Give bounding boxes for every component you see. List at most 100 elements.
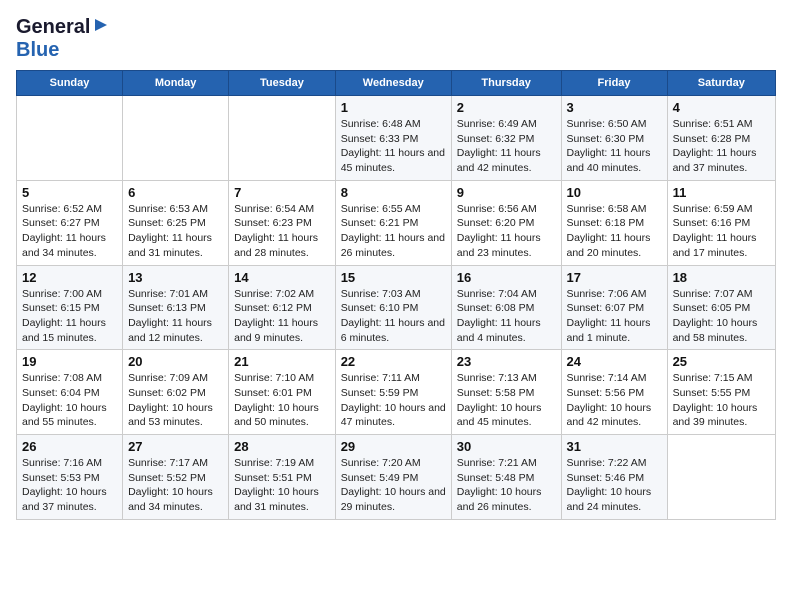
weekday-header: Thursday xyxy=(451,71,561,96)
cell-content: Sunrise: 6:56 AMSunset: 6:20 PMDaylight:… xyxy=(457,202,556,261)
calendar-cell: 20 Sunrise: 7:09 AMSunset: 6:02 PMDayligh… xyxy=(123,350,229,435)
day-number: 10 xyxy=(567,185,662,200)
cell-content: Sunrise: 7:22 AMSunset: 5:46 PMDaylight:… xyxy=(567,456,662,515)
day-number: 6 xyxy=(128,185,223,200)
cell-content: Sunrise: 6:50 AMSunset: 6:30 PMDaylight:… xyxy=(567,117,662,176)
day-number: 8 xyxy=(341,185,446,200)
calendar-week-row: 5 Sunrise: 6:52 AMSunset: 6:27 PMDaylight… xyxy=(17,180,776,265)
logo-arrow-icon xyxy=(93,17,109,38)
calendar-cell: 26 Sunrise: 7:16 AMSunset: 5:53 PMDayligh… xyxy=(17,435,123,520)
calendar-cell: 8 Sunrise: 6:55 AMSunset: 6:21 PMDaylight… xyxy=(335,180,451,265)
cell-content: Sunrise: 7:20 AMSunset: 5:49 PMDaylight:… xyxy=(341,456,446,515)
day-number: 27 xyxy=(128,439,223,454)
day-number: 29 xyxy=(341,439,446,454)
weekday-header-row: SundayMondayTuesdayWednesdayThursdayFrid… xyxy=(17,71,776,96)
day-number: 13 xyxy=(128,270,223,285)
day-number: 5 xyxy=(22,185,117,200)
cell-content: Sunrise: 7:09 AMSunset: 6:02 PMDaylight:… xyxy=(128,371,223,430)
day-number: 19 xyxy=(22,354,117,369)
calendar-cell: 5 Sunrise: 6:52 AMSunset: 6:27 PMDaylight… xyxy=(17,180,123,265)
logo-general: General xyxy=(16,16,90,39)
day-number: 14 xyxy=(234,270,330,285)
cell-content: Sunrise: 7:07 AMSunset: 6:05 PMDaylight:… xyxy=(673,287,770,346)
calendar-cell: 6 Sunrise: 6:53 AMSunset: 6:25 PMDaylight… xyxy=(123,180,229,265)
cell-content: Sunrise: 7:02 AMSunset: 6:12 PMDaylight:… xyxy=(234,287,330,346)
cell-content: Sunrise: 7:06 AMSunset: 6:07 PMDaylight:… xyxy=(567,287,662,346)
day-number: 15 xyxy=(341,270,446,285)
calendar-cell: 29 Sunrise: 7:20 AMSunset: 5:49 PMDayligh… xyxy=(335,435,451,520)
day-number: 28 xyxy=(234,439,330,454)
weekday-header: Friday xyxy=(561,71,667,96)
calendar-cell: 25 Sunrise: 7:15 AMSunset: 5:55 PMDayligh… xyxy=(667,350,775,435)
calendar-cell: 14 Sunrise: 7:02 AMSunset: 6:12 PMDayligh… xyxy=(229,265,336,350)
calendar-cell: 22 Sunrise: 7:11 AMSunset: 5:59 PMDayligh… xyxy=(335,350,451,435)
cell-content: Sunrise: 6:52 AMSunset: 6:27 PMDaylight:… xyxy=(22,202,117,261)
calendar-cell: 21 Sunrise: 7:10 AMSunset: 6:01 PMDayligh… xyxy=(229,350,336,435)
calendar-cell: 12 Sunrise: 7:00 AMSunset: 6:15 PMDayligh… xyxy=(17,265,123,350)
cell-content: Sunrise: 7:04 AMSunset: 6:08 PMDaylight:… xyxy=(457,287,556,346)
day-number: 9 xyxy=(457,185,556,200)
calendar-cell: 16 Sunrise: 7:04 AMSunset: 6:08 PMDayligh… xyxy=(451,265,561,350)
calendar-cell: 28 Sunrise: 7:19 AMSunset: 5:51 PMDayligh… xyxy=(229,435,336,520)
calendar-cell: 23 Sunrise: 7:13 AMSunset: 5:58 PMDayligh… xyxy=(451,350,561,435)
cell-content: Sunrise: 7:16 AMSunset: 5:53 PMDaylight:… xyxy=(22,456,117,515)
cell-content: Sunrise: 7:11 AMSunset: 5:59 PMDaylight:… xyxy=(341,371,446,430)
day-number: 23 xyxy=(457,354,556,369)
cell-content: Sunrise: 7:19 AMSunset: 5:51 PMDaylight:… xyxy=(234,456,330,515)
calendar-week-row: 19 Sunrise: 7:08 AMSunset: 6:04 PMDayligh… xyxy=(17,350,776,435)
day-number: 3 xyxy=(567,100,662,115)
cell-content: Sunrise: 7:14 AMSunset: 5:56 PMDaylight:… xyxy=(567,371,662,430)
cell-content: Sunrise: 7:15 AMSunset: 5:55 PMDaylight:… xyxy=(673,371,770,430)
cell-content: Sunrise: 7:01 AMSunset: 6:13 PMDaylight:… xyxy=(128,287,223,346)
calendar-cell: 17Sunrise: 7:06 AMSunset: 6:07 PMDayligh… xyxy=(561,265,667,350)
calendar-cell: 9 Sunrise: 6:56 AMSunset: 6:20 PMDaylight… xyxy=(451,180,561,265)
day-number: 18 xyxy=(673,270,770,285)
logo: General Blue xyxy=(16,16,109,62)
calendar-week-row: 26 Sunrise: 7:16 AMSunset: 5:53 PMDayligh… xyxy=(17,435,776,520)
calendar-cell xyxy=(123,96,229,181)
day-number: 21 xyxy=(234,354,330,369)
cell-content: Sunrise: 7:13 AMSunset: 5:58 PMDaylight:… xyxy=(457,371,556,430)
calendar-cell xyxy=(17,96,123,181)
day-number: 12 xyxy=(22,270,117,285)
day-number: 4 xyxy=(673,100,770,115)
day-number: 25 xyxy=(673,354,770,369)
day-number: 31 xyxy=(567,439,662,454)
day-number: 16 xyxy=(457,270,556,285)
cell-content: Sunrise: 6:49 AMSunset: 6:32 PMDaylight:… xyxy=(457,117,556,176)
calendar-cell: 24Sunrise: 7:14 AMSunset: 5:56 PMDayligh… xyxy=(561,350,667,435)
calendar-cell xyxy=(667,435,775,520)
cell-content: Sunrise: 6:54 AMSunset: 6:23 PMDaylight:… xyxy=(234,202,330,261)
cell-content: Sunrise: 7:17 AMSunset: 5:52 PMDaylight:… xyxy=(128,456,223,515)
calendar-cell: 15 Sunrise: 7:03 AMSunset: 6:10 PMDayligh… xyxy=(335,265,451,350)
day-number: 30 xyxy=(457,439,556,454)
day-number: 20 xyxy=(128,354,223,369)
calendar-cell: 1 Sunrise: 6:48 AMSunset: 6:33 PMDaylight… xyxy=(335,96,451,181)
calendar-cell: 2Sunrise: 6:49 AMSunset: 6:32 PMDaylight… xyxy=(451,96,561,181)
calendar-table: SundayMondayTuesdayWednesdayThursdayFrid… xyxy=(16,70,776,520)
calendar-cell xyxy=(229,96,336,181)
weekday-header: Tuesday xyxy=(229,71,336,96)
calendar-cell: 10Sunrise: 6:58 AMSunset: 6:18 PMDayligh… xyxy=(561,180,667,265)
day-number: 26 xyxy=(22,439,117,454)
cell-content: Sunrise: 6:53 AMSunset: 6:25 PMDaylight:… xyxy=(128,202,223,261)
calendar-cell: 31 Sunrise: 7:22 AMSunset: 5:46 PMDayligh… xyxy=(561,435,667,520)
day-number: 22 xyxy=(341,354,446,369)
cell-content: Sunrise: 7:10 AMSunset: 6:01 PMDaylight:… xyxy=(234,371,330,430)
logo-blue: Blue xyxy=(16,39,59,61)
weekday-header: Wednesday xyxy=(335,71,451,96)
calendar-cell: 27 Sunrise: 7:17 AMSunset: 5:52 PMDayligh… xyxy=(123,435,229,520)
day-number: 11 xyxy=(673,185,770,200)
cell-content: Sunrise: 7:08 AMSunset: 6:04 PMDaylight:… xyxy=(22,371,117,430)
cell-content: Sunrise: 7:03 AMSunset: 6:10 PMDaylight:… xyxy=(341,287,446,346)
calendar-cell: 7 Sunrise: 6:54 AMSunset: 6:23 PMDaylight… xyxy=(229,180,336,265)
weekday-header: Monday xyxy=(123,71,229,96)
cell-content: Sunrise: 6:48 AMSunset: 6:33 PMDaylight:… xyxy=(341,117,446,176)
calendar-cell: 13 Sunrise: 7:01 AMSunset: 6:13 PMDayligh… xyxy=(123,265,229,350)
day-number: 7 xyxy=(234,185,330,200)
calendar-cell: 11Sunrise: 6:59 AMSunset: 6:16 PMDayligh… xyxy=(667,180,775,265)
cell-content: Sunrise: 7:00 AMSunset: 6:15 PMDaylight:… xyxy=(22,287,117,346)
day-number: 1 xyxy=(341,100,446,115)
cell-content: Sunrise: 6:55 AMSunset: 6:21 PMDaylight:… xyxy=(341,202,446,261)
weekday-header: Sunday xyxy=(17,71,123,96)
